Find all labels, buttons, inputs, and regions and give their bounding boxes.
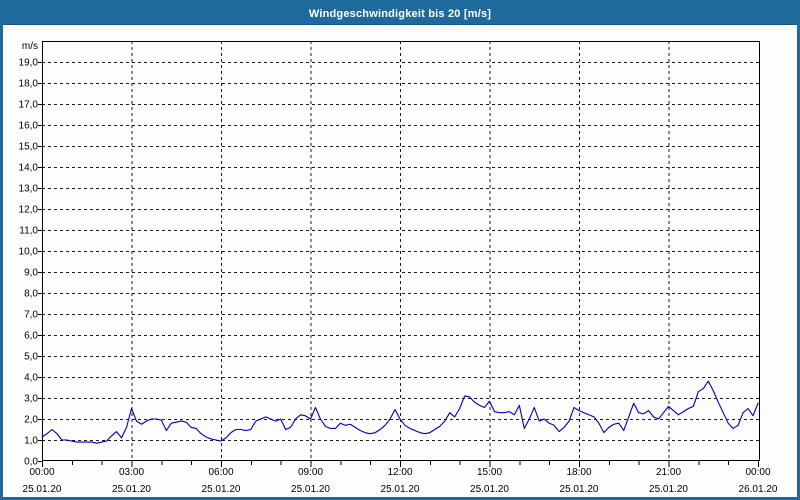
y-tick-label: 7,0	[24, 310, 38, 321]
gridlines	[42, 41, 760, 461]
y-tick-label: 1,0	[24, 436, 38, 447]
y-tick-label: 18,0	[19, 79, 39, 90]
x-tick-time-label: 00:00	[29, 467, 54, 478]
x-tick-date-label: 25.01.20	[381, 484, 420, 495]
y-tick-label: 17,0	[19, 100, 39, 111]
x-tick-time-label: 09:00	[298, 467, 323, 478]
x-tick-time-label: 03:00	[119, 467, 144, 478]
x-tick-time-label: 21:00	[656, 467, 681, 478]
x-tick-time-label: 12:00	[387, 467, 412, 478]
y-tick-label: 14,0	[19, 163, 39, 174]
y-tick-label: 10,0	[19, 247, 39, 258]
y-tick-label: 0,0	[24, 457, 38, 468]
x-tick-time-label: 06:00	[208, 467, 233, 478]
y-tick-label: 5,0	[24, 352, 38, 363]
wind-speed-chart: 0,0 1,0 2,0 3,0 4,0 5,0 6,0 7,0 8,0 9,0 10,0 11,0 12…	[19, 41, 778, 495]
y-tick-label: 12,0	[19, 205, 39, 216]
y-tick-label: 16,0	[19, 121, 39, 132]
x-tick-date-label: 25.01.20	[291, 484, 330, 495]
x-tick-time-label: 00:00	[745, 467, 770, 478]
x-tick-date-label: 25.01.20	[202, 484, 241, 495]
y-tick-label: 4,0	[24, 373, 38, 384]
y-tick-label: 15,0	[19, 142, 39, 153]
axis-ticks	[38, 62, 759, 467]
x-tick-date-label: 25.01.20	[560, 484, 599, 495]
x-axis-labels: 00:00 25.01.20 03:00 25.01.20 06:00 25.01.20 0…	[23, 467, 778, 495]
y-tick-label: 6,0	[24, 331, 38, 342]
x-tick-date-label: 26.01.20	[739, 484, 778, 495]
y-tick-label: 3,0	[24, 394, 38, 405]
y-axis-unit-label: m/s	[22, 41, 38, 52]
y-tick-label: 9,0	[24, 268, 38, 279]
x-tick-time-label: 18:00	[566, 467, 591, 478]
y-tick-label: 8,0	[24, 289, 38, 300]
chart-window: Windgeschwindigkeit bis 20 [m/s] 0,0 1,0 2…	[0, 0, 800, 500]
y-tick-label: 11,0	[19, 226, 38, 237]
x-tick-date-label: 25.01.20	[23, 484, 62, 495]
y-tick-label: 2,0	[24, 415, 38, 426]
x-tick-time-label: 15:00	[477, 467, 502, 478]
x-tick-date-label: 25.01.20	[470, 484, 509, 495]
x-tick-date-label: 25.01.20	[112, 484, 151, 495]
y-tick-label: 13,0	[19, 184, 39, 195]
x-tick-date-label: 25.01.20	[649, 484, 688, 495]
y-tick-label: 19,0	[19, 58, 39, 69]
y-axis-labels: 0,0 1,0 2,0 3,0 4,0 5,0 6,0 7,0 8,0 9,0 10,0 11,0 12…	[19, 41, 39, 468]
